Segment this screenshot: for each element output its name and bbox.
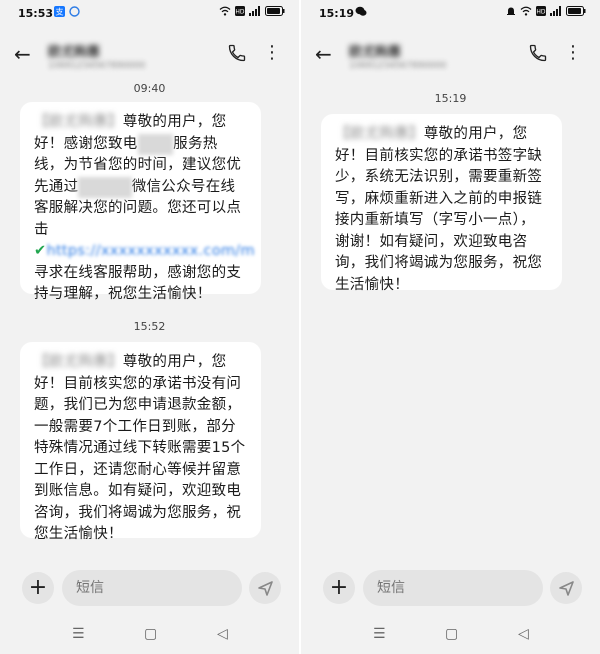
send-button[interactable] (249, 572, 281, 604)
sender-tag: 【欧尤购惠】 (34, 114, 123, 130)
svg-text:HD: HD (536, 9, 546, 16)
message-bubble[interactable]: 【欧尤购惠】尊敬的用户，您好！感谢您致电xxxx服务热线，为节省您的时间，建议您… (20, 102, 261, 302)
screenshot-pair: 15:53 支 HD ← 欧尤购惠 10691234567890000 ⋮ 09… (0, 0, 600, 654)
message-timestamp: 09:40 (133, 82, 166, 95)
system-icons: HD (506, 6, 586, 16)
send-button[interactable] (550, 572, 582, 604)
svg-text:支: 支 (56, 7, 64, 17)
navigation-bar: ☰ ▢ ◁ (301, 624, 600, 648)
back-triangle-icon[interactable]: ◁ (217, 626, 228, 642)
navigation-bar: ☰ ▢ ◁ (0, 624, 299, 648)
status-time: 15:53 (18, 7, 54, 20)
plus-icon[interactable]: + (22, 572, 54, 604)
redacted-text: xxxxxx (78, 176, 132, 198)
system-icons: HD (219, 6, 285, 16)
alarm-icon (507, 7, 515, 15)
message-bubble[interactable]: 【欧尤购惠】尊敬的用户，您好！目前核实您的承诺书签字缺少，系统无法识别，需要重新… (321, 114, 562, 293)
wechat-icon (355, 6, 367, 16)
menu-icon[interactable]: ☰ (373, 626, 386, 642)
more-vertical-icon[interactable]: ⋮ (564, 43, 582, 63)
wifi-icon (219, 6, 231, 16)
sms-input[interactable] (62, 570, 242, 606)
send-icon (258, 581, 273, 596)
status-time: 15:19 (319, 7, 355, 20)
back-triangle-icon[interactable]: ◁ (518, 626, 529, 642)
phone-icon[interactable] (227, 43, 247, 63)
send-icon (559, 581, 574, 596)
redacted-text: xxxx (137, 133, 174, 155)
shield-check-icon: ✔ (34, 243, 47, 259)
signal-icon (249, 6, 260, 16)
composer-bar: + (301, 562, 600, 612)
battery-icon (566, 6, 586, 16)
wifi-icon (520, 6, 532, 16)
alipay-icon: 支 (54, 6, 65, 17)
message-timestamp: 15:19 (434, 92, 467, 105)
message-text: 尊敬的用户，您好！目前核实您的承诺书签字缺少，系统无法识别，需要重新签写，麻烦重… (335, 126, 543, 293)
conversation-header: ← 欧尤购惠 10691234567890000 ⋮ (301, 34, 600, 78)
composer-bar: + (0, 562, 299, 612)
message-text: 寻求在线客服帮助，感谢您的支持与理解，祝您生活愉快！ (34, 264, 242, 303)
hd-icon: HD (235, 6, 245, 16)
contact-name: 欧尤购惠 (349, 45, 402, 60)
phone-icon[interactable] (528, 43, 548, 63)
plus-icon[interactable]: + (323, 572, 355, 604)
notification-icons (355, 6, 367, 17)
sms-input[interactable] (363, 570, 543, 606)
sender-tag: 【欧尤购惠】 (335, 126, 424, 142)
contact-number: 10691234567890000 (48, 61, 146, 71)
contact-name: 欧尤购惠 (48, 45, 101, 60)
conversation-header: ← 欧尤购惠 10691234567890000 ⋮ (0, 34, 299, 78)
menu-icon[interactable]: ☰ (72, 626, 85, 642)
back-arrow-icon[interactable]: ← (315, 43, 332, 65)
home-icon[interactable]: ▢ (144, 626, 157, 642)
signal-icon (550, 6, 561, 16)
status-bar: 15:19 HD (301, 0, 600, 26)
home-icon[interactable]: ▢ (445, 626, 458, 642)
app-notification-icon (69, 6, 80, 17)
hd-icon: HD (536, 6, 546, 16)
message-link[interactable]: https://xxxxxxxxxxx.com/m (46, 243, 254, 259)
back-arrow-icon[interactable]: ← (14, 43, 31, 65)
sender-tag: 【欧尤购惠】 (34, 354, 123, 370)
status-bar: 15:53 支 HD (0, 0, 299, 26)
message-bubble[interactable]: 【欧尤购惠】尊敬的用户，您好！目前核实您的承诺书没有问题，我们已为您申请退款金额… (20, 342, 261, 542)
battery-icon (265, 6, 285, 16)
notification-icons: 支 (54, 6, 80, 17)
message-text: 尊敬的用户，您好！目前核实您的承诺书没有问题，我们已为您申请退款金额，一般需要7… (34, 354, 246, 542)
svg-text:HD: HD (235, 9, 245, 16)
right-phone-screen: 15:19 HD ← 欧尤购惠 10691234567890000 ⋮ 15:1… (301, 0, 600, 654)
message-timestamp: 15:52 (133, 320, 166, 333)
left-phone-screen: 15:53 支 HD ← 欧尤购惠 10691234567890000 ⋮ 09… (0, 0, 299, 654)
more-vertical-icon[interactable]: ⋮ (263, 43, 281, 63)
contact-number: 10691234567890000 (349, 61, 447, 71)
